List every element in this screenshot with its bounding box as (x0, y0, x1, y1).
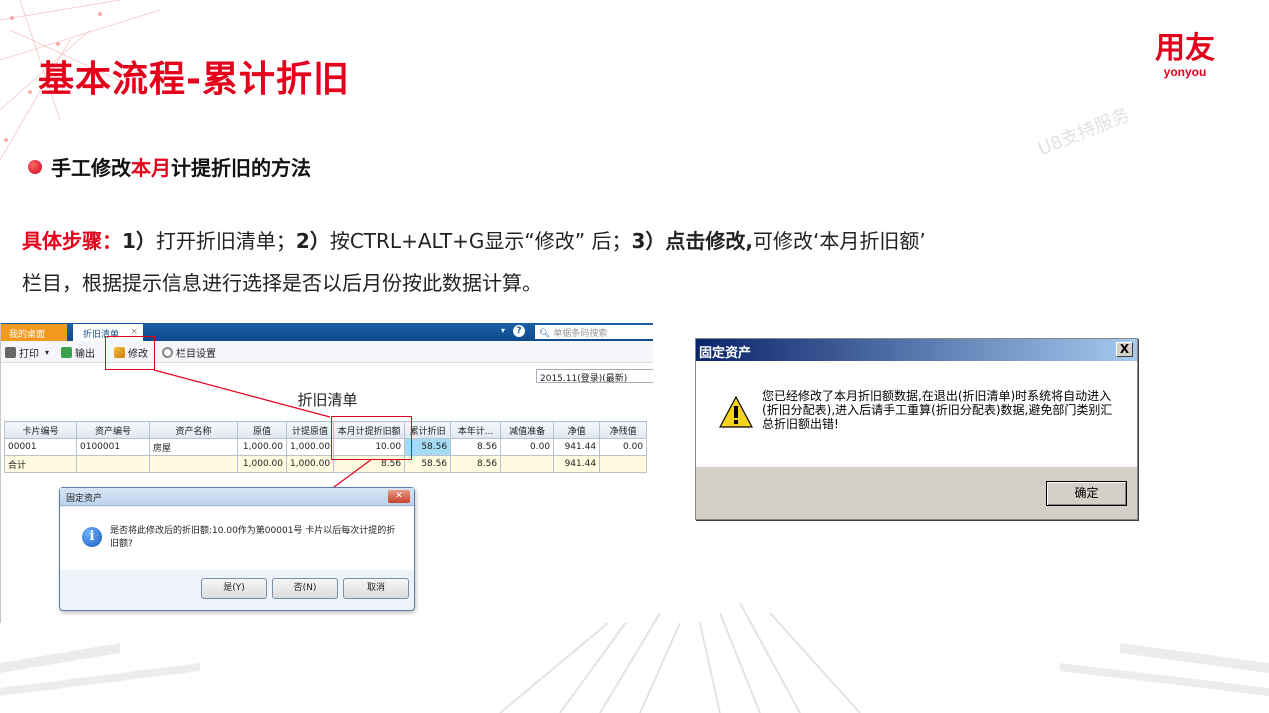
dialog-message: 是否将此修改后的折旧额:10.00作为第00001号 卡片以后每次计提的折旧额? (110, 526, 396, 549)
column-settings-button[interactable]: 栏目设置 (162, 345, 216, 360)
printer-icon (5, 347, 16, 358)
print-label: 打印 (19, 349, 39, 360)
step1-text: 打开折旧清单； (155, 229, 296, 253)
column-header[interactable]: 资产名称 (149, 421, 238, 439)
logo-main-text: 用友 (1155, 31, 1215, 66)
table-cell: 1,000.00 (237, 455, 287, 473)
dialog-title: 固定资产 (66, 494, 103, 504)
dialog-body: 您已经修改了本月折旧额数据,在退出(折旧清单)时系统将自动进入(折旧分配表),进… (696, 361, 1137, 467)
search-input[interactable]: 🔍︎ 单据条码搜索 (535, 325, 653, 339)
table-cell (149, 455, 238, 473)
bullet-text-2: 计提折旧的方法 (171, 156, 311, 180)
step2-num: 2） (295, 229, 330, 253)
search-placeholder: 单据条码搜索 (553, 329, 608, 339)
steps-paragraph: 具体步骤：1）打开折旧清单；2）按CTRL+ALT+G显示“修改” 后；3）点击… (22, 220, 1222, 304)
ok-button[interactable]: 确定 (1046, 481, 1127, 506)
table-cell[interactable]: 8.56 (450, 438, 502, 456)
table-cell[interactable]: 1,000.00 (285, 438, 335, 456)
gear-icon (162, 347, 173, 358)
bullet-text-1: 手工修改 (51, 156, 131, 180)
print-button[interactable]: 打印 ▾ (5, 345, 49, 360)
table-cell (76, 455, 150, 473)
table-cell: 合计 (4, 455, 77, 473)
step1-num: 1） (122, 229, 156, 253)
table-row[interactable]: 00001 0100001 房屋 1,000.00 1,000.00 10.00… (4, 438, 648, 456)
table-cell[interactable]: 0100001 (76, 438, 150, 456)
slide-title: 基本流程-累计折旧 (38, 59, 350, 100)
table-cell[interactable]: 941.44 (553, 438, 601, 456)
close-icon[interactable]: X (1116, 342, 1133, 357)
column-header[interactable]: 计提原值 (285, 421, 335, 439)
close-icon[interactable]: ✕ (388, 490, 410, 503)
column-header[interactable]: 减值准备 (500, 421, 555, 439)
list-heading: 折旧清单 (297, 391, 358, 409)
dialog-message: 您已经修改了本月折旧额数据,在退出(折旧清单)时系统将自动进入(折旧分配表),进… (762, 389, 1113, 431)
table-cell[interactable]: 00001 (4, 438, 77, 456)
table-header-row: 卡片编号 资产编号 资产名称 原值 计提原值 本月计提折旧额 累计折旧 本年计.… (4, 421, 648, 439)
column-header[interactable]: 净残值 (599, 421, 648, 439)
table-cell[interactable]: 1,000.00 (237, 438, 287, 456)
table-total-row: 合计 1,000.00 1,000.00 8.56 58.56 8.56 941… (4, 455, 648, 473)
table-cell: 8.56 (450, 455, 502, 473)
step2-text: 按CTRL+ALT+G显示“修改” 后； (329, 229, 632, 253)
steps-line-1: 具体步骤：1）打开折旧清单；2）按CTRL+ALT+G显示“修改” 后；3）点击… (22, 220, 1222, 262)
no-button[interactable]: 否(N) (272, 578, 338, 599)
column-header[interactable]: 本年计... (450, 421, 502, 439)
warning-dialog: 固定资产 X 您已经修改了本月折旧额数据,在退出(折旧清单)时系统将自动进入(折… (695, 338, 1138, 520)
period-select[interactable]: 2015.11(登录)(最新) (536, 369, 653, 384)
u8-tab-bar: 我的桌面 折旧清单 × ▾ ? 🔍︎ 单据条码搜索 (1, 323, 653, 341)
cancel-button[interactable]: 取消 (343, 578, 409, 599)
table-cell: 941.44 (553, 455, 601, 473)
yonyou-logo: 用友 yonyou (1145, 31, 1225, 79)
warning-icon (719, 395, 753, 428)
column-header[interactable]: 资产编号 (76, 421, 150, 439)
export-label: 输出 (75, 349, 95, 360)
bullet-heading: 手工修改 本月 计提折旧的方法 (28, 152, 311, 181)
help-icon[interactable]: ? (513, 325, 525, 337)
yes-button[interactable]: 是(Y) (201, 578, 267, 599)
dropdown-arrow-icon[interactable]: ▾ (501, 326, 505, 335)
dialog-body: i 是否将此修改后的折旧额:10.00作为第00001号 卡片以后每次计提的折旧… (60, 507, 414, 570)
table-cell[interactable]: 0.00 (500, 438, 555, 456)
column-highlight-box (331, 416, 412, 460)
print-dropdown-icon[interactable]: ▾ (45, 348, 49, 357)
logo-sub-text: yonyou (1163, 65, 1207, 79)
column-settings-label: 栏目设置 (176, 349, 216, 360)
watermark: U8支持服务 (1035, 104, 1133, 161)
info-icon: i (82, 527, 102, 547)
modify-highlight-box (105, 336, 155, 370)
depreciation-table: 卡片编号 资产编号 资产名称 原值 计提原值 本月计提折旧额 累计折旧 本年计.… (4, 421, 648, 473)
u8-toolbar: 打印 ▾ 输出 修改 栏目设置 (1, 341, 653, 363)
column-header[interactable]: 净值 (553, 421, 601, 439)
export-button[interactable]: 输出 (61, 345, 95, 360)
step3-text: 可修改‘本月折旧额’ (752, 229, 926, 253)
column-header[interactable]: 原值 (237, 421, 287, 439)
table-cell: 1,000.00 (285, 455, 335, 473)
table-cell[interactable]: 房屋 (149, 438, 238, 456)
step3-label: 3）点击修改, (631, 229, 753, 253)
table-cell (599, 455, 648, 473)
table-cell[interactable]: 0.00 (599, 438, 648, 456)
search-icon: 🔍︎ (539, 329, 551, 339)
bullet-dot-icon (28, 159, 42, 174)
corner-decoration (0, 0, 161, 161)
confirm-dialog: 固定资产 ✕ i 是否将此修改后的折旧额:10.00作为第00001号 卡片以后… (59, 487, 415, 611)
steps-line-2: 栏目，根据提示信息进行选择是否以后月份按此数据计算。 (22, 271, 542, 295)
bullet-highlight: 本月 (131, 156, 171, 180)
dialog-title: 固定资产 (699, 346, 752, 361)
tab-my-desktop[interactable]: 我的桌面 (1, 324, 67, 341)
export-icon (61, 347, 72, 358)
table-cell (500, 455, 555, 473)
dialog-title-bar: 固定资产 ✕ (60, 488, 414, 506)
column-header[interactable]: 卡片编号 (4, 421, 77, 439)
dialog-title-bar: 固定资产 X (696, 339, 1137, 361)
steps-label: 具体步骤： (22, 229, 122, 253)
